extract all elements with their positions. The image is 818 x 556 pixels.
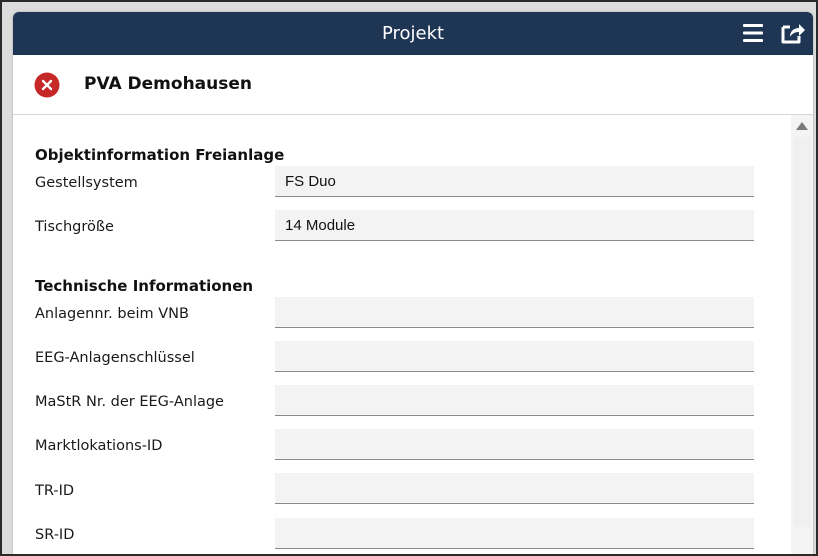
field-label-anlagennr: Anlagennr. beim VNB — [35, 306, 189, 322]
tischgroesse-field[interactable]: 14 Module — [275, 210, 754, 241]
vertical-scrollbar[interactable] — [791, 115, 813, 554]
field-label-mastr-nr: MaStR Nr. der EEG-Anlage — [35, 394, 224, 410]
hamburger-menu-icon[interactable] — [742, 23, 764, 43]
screen-frame: Projekt PVA Demohausen Objektinformation… — [0, 0, 818, 556]
eeg-anlagenschluessel-field[interactable] — [275, 341, 754, 372]
field-label-eeg-anlagenschluessel: EEG-Anlagenschlüssel — [35, 350, 195, 366]
field-label-marktlokations-id: Marktlokations-ID — [35, 438, 163, 454]
close-circle-icon[interactable] — [34, 72, 60, 98]
scroll-up-arrow-icon[interactable] — [796, 122, 808, 130]
project-header: PVA Demohausen — [13, 55, 813, 115]
field-label-tischgroesse: Tischgröße — [35, 219, 114, 235]
section-title-objektinformation: Objektinformation Freianlage — [35, 146, 285, 164]
mastr-nr-field[interactable] — [275, 385, 754, 416]
field-label-tr-id: TR-ID — [35, 483, 75, 499]
field-label-sr-id: SR-ID — [35, 527, 75, 543]
marktlokations-id-field[interactable] — [275, 429, 754, 460]
field-label-gestellsystem: Gestellsystem — [35, 175, 138, 191]
share-export-icon[interactable] — [780, 21, 806, 45]
sr-id-field[interactable] — [275, 518, 754, 549]
top-bar: Projekt — [13, 12, 813, 55]
page-title: Projekt — [381, 23, 445, 44]
gestellsystem-field[interactable]: FS Duo — [275, 166, 754, 197]
project-name: PVA Demohausen — [84, 74, 252, 94]
scrollbar-track[interactable] — [793, 137, 811, 527]
form-content[interactable]: Objektinformation Freianlage Gestellsyst… — [13, 115, 791, 554]
project-window: Projekt PVA Demohausen Objektinformation… — [13, 12, 813, 554]
anlagennr-field[interactable] — [275, 297, 754, 328]
tr-id-field[interactable] — [275, 473, 754, 504]
section-title-technische-informationen: Technische Informationen — [35, 277, 254, 295]
